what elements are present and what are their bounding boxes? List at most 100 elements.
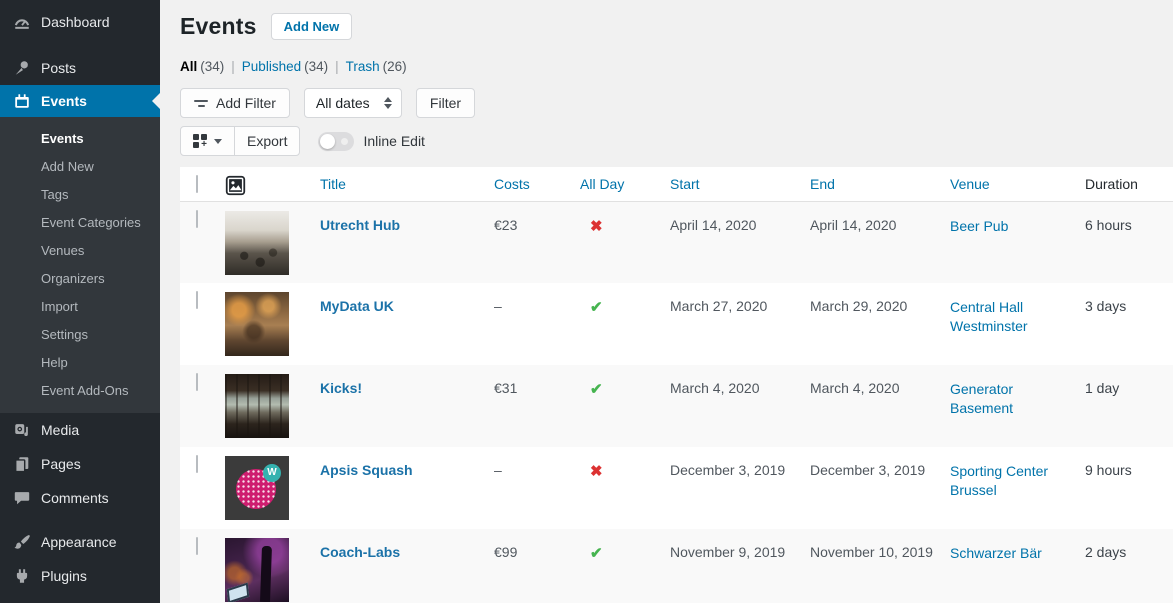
sidebar-subitem-help[interactable]: Help [0,349,160,377]
event-title-link[interactable]: Kicks! [320,380,362,396]
sidebar-item-comments[interactable]: Comments [0,481,160,515]
row-checkbox[interactable] [196,291,198,309]
event-thumbnail [225,211,289,275]
sidebar-subitem-tags[interactable]: Tags [0,181,160,209]
columns-picker-button[interactable]: + [181,127,234,155]
venue-link[interactable]: Central Hall Westminster [950,298,1077,336]
costs-cell: – [494,447,580,529]
sidebar-subitem-settings[interactable]: Settings [0,321,160,349]
menu-separator [0,515,160,525]
all-day-indicator: ✔ [590,298,603,316]
speaker-silhouette [260,546,272,602]
venue-link[interactable]: Beer Pub [950,217,1008,236]
sidebar-item-label: Appearance [41,534,117,550]
image-column-icon[interactable] [225,175,246,199]
table-header-row: Title Costs All Day Start End Venue Dura… [180,167,1173,201]
sidebar-item-posts[interactable]: Posts [0,51,160,85]
venue-link[interactable]: Generator Basement [950,380,1077,418]
inline-edit-label: Inline Edit [363,133,424,149]
view-all-link[interactable]: All(34) [180,59,224,74]
export-button[interactable]: Export [234,127,299,155]
filter-lines-icon [194,100,208,107]
duration-cell: 9 hours [1085,462,1132,478]
caret-down-icon [214,139,222,144]
event-thumbnail: W [225,456,289,520]
sidebar-item-media[interactable]: Media [0,413,160,447]
row-checkbox[interactable] [196,210,198,228]
table-row: MyData UK – ✔ March 27, 2020 March 29, 2… [180,283,1173,365]
inline-edit-toggle[interactable] [318,132,354,151]
column-header-costs[interactable]: Costs [494,167,580,201]
separator: | [335,59,339,74]
sidebar-item-label: Plugins [41,568,87,584]
pushpin-icon [12,58,32,78]
dates-select[interactable]: All dates [304,88,402,118]
column-header-start[interactable]: Start [670,167,810,201]
venue-link[interactable]: Schwarzer Bär [950,544,1042,563]
row-checkbox[interactable] [196,455,198,473]
sort-arrows-icon [384,97,392,109]
end-date-cell: November 10, 2019 [810,529,950,603]
wordpress-admin-page: Dashboard Posts Events Events Add New Ta… [0,0,1173,603]
sidebar-subitem-venues[interactable]: Venues [0,237,160,265]
end-date-cell: March 29, 2020 [810,283,950,365]
grid-plus-icon: + [193,134,207,148]
sidebar-subitem-events[interactable]: Events [0,125,160,153]
view-published-link[interactable]: Published(34) [242,59,328,74]
start-date-cell: March 27, 2020 [670,283,810,365]
sidebar-subitem-add-new[interactable]: Add New [0,153,160,181]
toggle-dot [341,138,348,145]
sidebar-item-label: Posts [41,60,76,76]
column-header-venue[interactable]: Venue [950,167,1085,201]
column-header-title[interactable]: Title [320,167,494,201]
list-toolbar: + Export Inline Edit [180,126,1173,156]
costs-cell: – [494,283,580,365]
sidebar-subitem-event-categories[interactable]: Event Categories [0,209,160,237]
venue-link[interactable]: Sporting Center Brussel [950,462,1077,500]
event-title-link[interactable]: MyData UK [320,298,394,314]
table-row: Kicks! €31 ✔ March 4, 2020 March 4, 2020… [180,365,1173,447]
toggle-knob [320,134,335,149]
pages-icon [12,454,32,474]
sidebar-item-events[interactable]: Events [0,85,160,117]
row-checkbox[interactable] [196,537,198,555]
start-date-cell: March 4, 2020 [670,365,810,447]
events-submenu: Events Add New Tags Event Categories Ven… [0,117,160,413]
page-title: Events [180,13,257,40]
costs-cell: €23 [494,201,580,283]
costs-cell: €99 [494,529,580,603]
sidebar-item-label: Pages [41,456,81,472]
end-date-cell: December 3, 2019 [810,447,950,529]
duration-cell: 2 days [1085,544,1126,560]
laptop-shape [227,582,249,602]
event-title-link[interactable]: Coach-Labs [320,544,400,560]
events-table: Title Costs All Day Start End Venue Dura… [180,167,1173,603]
main-content: Events Add New All(34) | Published(34) |… [160,0,1173,603]
sidebar-item-partial[interactable] [0,593,160,603]
media-icon [12,420,32,440]
column-header-end[interactable]: End [810,167,950,201]
event-thumbnail [225,292,289,356]
sidebar-subitem-import[interactable]: Import [0,293,160,321]
separator: | [231,59,235,74]
sidebar-subitem-organizers[interactable]: Organizers [0,265,160,293]
sidebar-item-label: Dashboard [41,14,110,30]
sidebar-item-appearance[interactable]: Appearance [0,525,160,559]
filter-button[interactable]: Filter [416,88,475,118]
filter-bar: Add Filter All dates Filter [180,88,1173,118]
select-all-checkbox[interactable] [196,175,198,193]
view-trash-link[interactable]: Trash(26) [346,59,407,74]
sidebar-item-pages[interactable]: Pages [0,447,160,481]
row-checkbox[interactable] [196,373,198,391]
sidebar-subitem-event-add-ons[interactable]: Event Add-Ons [0,377,160,405]
event-title-link[interactable]: Utrecht Hub [320,217,400,233]
column-header-all-day[interactable]: All Day [580,167,670,201]
sidebar-item-plugins[interactable]: Plugins [0,559,160,593]
table-row: W Apsis Squash – ✖ December 3, 2019 Dece… [180,447,1173,529]
admin-sidebar: Dashboard Posts Events Events Add New Ta… [0,0,160,603]
add-new-button[interactable]: Add New [271,13,353,40]
event-title-link[interactable]: Apsis Squash [320,462,413,478]
add-filter-button[interactable]: Add Filter [180,88,290,118]
sidebar-item-dashboard[interactable]: Dashboard [0,5,160,39]
table-row: Utrecht Hub €23 ✖ April 14, 2020 April 1… [180,201,1173,283]
